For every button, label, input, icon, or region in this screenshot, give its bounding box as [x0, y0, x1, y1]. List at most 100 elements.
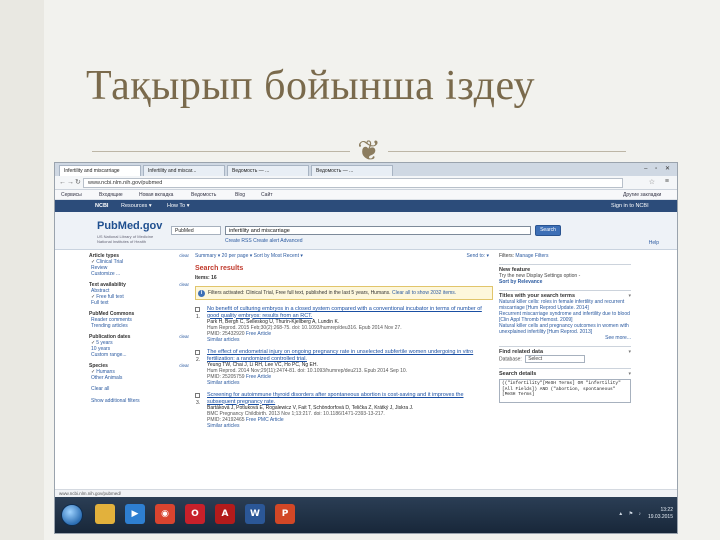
- opera-icon[interactable]: O: [185, 504, 205, 524]
- url-input[interactable]: www.ncbi.nlm.nih.gov/pubmed: [83, 178, 623, 188]
- similar-articles-link[interactable]: Similar articles: [207, 380, 493, 386]
- system-tray[interactable]: ▲ ⚑ ♪: [618, 511, 643, 517]
- clear-all-filters-link[interactable]: Clear all: [89, 386, 189, 392]
- help-link[interactable]: Help: [649, 240, 659, 246]
- filter-clear-link[interactable]: clear: [179, 334, 189, 339]
- filter-clear-link[interactable]: clear: [179, 363, 189, 368]
- filter-option[interactable]: Full text: [89, 300, 189, 306]
- forward-icon[interactable]: →: [67, 179, 74, 187]
- slide-left-strip: [0, 0, 44, 540]
- result-checkbox[interactable]: [195, 350, 200, 355]
- title-link[interactable]: Natural killer cells and pregnancy outco…: [499, 323, 631, 335]
- clear-all-link[interactable]: Clear all to show 2032 items.: [392, 290, 456, 296]
- browser-tab-4[interactable]: Ведомость — ...: [311, 165, 393, 176]
- bookmark-star-icon[interactable]: ☆: [649, 178, 655, 186]
- bookmark-item[interactable]: Blog: [235, 191, 245, 199]
- titles-with-terms-box: ▾ Titles with your search terms Natural …: [499, 290, 631, 341]
- manage-filters-link[interactable]: Manage Filters: [515, 253, 548, 259]
- free-article-link[interactable]: Free Article: [246, 331, 271, 337]
- send-to-menu[interactable]: Send to: ▾: [466, 253, 489, 259]
- collapse-icon[interactable]: ▾: [628, 293, 631, 299]
- pubmed-logo[interactable]: PubMed.gov: [97, 220, 162, 232]
- slide-title: Тақырып бойынша іздеу: [86, 63, 536, 109]
- bookmark-item[interactable]: Сайт: [261, 191, 273, 199]
- filters-line: Filters: Manage Filters: [499, 253, 631, 259]
- sort-by-relevance-link[interactable]: Sort by Relevance: [499, 279, 631, 285]
- filter-option[interactable]: Other Animals: [89, 375, 189, 381]
- how-to-menu[interactable]: How To ▾: [167, 202, 190, 210]
- filter-option[interactable]: Trending articles: [89, 323, 189, 329]
- filter-group: Text availabilityclearAbstractFree full …: [89, 282, 189, 306]
- filter-clear-link[interactable]: clear: [179, 253, 189, 258]
- media-player-icon[interactable]: ▶: [125, 504, 145, 524]
- collapse-icon[interactable]: ▾: [628, 371, 631, 377]
- ncbi-top-bar: NCBI Resources ▾ How To ▾ Sign in to NCB…: [55, 200, 677, 212]
- free-article-link[interactable]: Free PMC Article: [246, 417, 284, 423]
- filter-group: PubMed Commons Reader comments Trending ar…: [89, 311, 189, 329]
- bookmark-item[interactable]: Ведомость: [191, 191, 216, 199]
- powerpoint-icon[interactable]: P: [275, 504, 295, 524]
- collapse-icon[interactable]: ▾: [628, 349, 631, 355]
- pubmed-logo-subtitle: US National Library of Medicine National…: [97, 234, 154, 244]
- display-settings-menu[interactable]: Summary ▾ 20 per page ▾ Sort by Most Rec…: [195, 253, 303, 259]
- bookmark-item[interactable]: Входящие: [99, 191, 123, 199]
- database-select[interactable]: PubMed: [171, 226, 221, 235]
- result-number: 1.: [196, 314, 201, 320]
- window-controls[interactable]: – ▫ ✕: [644, 165, 673, 172]
- search-details-text[interactable]: (("infertility"[MeSH Terms] OR "infertil…: [499, 379, 631, 403]
- result-item: 2. The effect of endometrial injury on on…: [195, 349, 493, 386]
- reload-icon[interactable]: ↻: [75, 179, 81, 187]
- title-divider-right: [388, 151, 626, 152]
- bookmark-item[interactable]: Новая вкладка: [139, 191, 173, 199]
- result-item: 1. No benefit of culturing embryos in a c…: [195, 306, 493, 343]
- clock-date: 19.03.2015: [647, 514, 673, 520]
- result-checkbox[interactable]: [195, 307, 200, 312]
- filter-group: SpeciesclearHumansOther Animals: [89, 363, 189, 381]
- similar-articles-link[interactable]: Similar articles: [207, 337, 493, 343]
- free-article-link[interactable]: Free Article: [246, 374, 271, 380]
- result-item: 3. Screening for autoimmune thyroid disor…: [195, 392, 493, 429]
- ncbi-logo[interactable]: NCBI: [95, 202, 108, 210]
- filters-sidebar: Article typesclearClinical TrialReviewCu…: [89, 253, 189, 404]
- other-bookmarks[interactable]: Другие закладки: [623, 191, 661, 199]
- search-details-title: Search details: [499, 371, 537, 377]
- sign-in-link[interactable]: Sign in to NCBI: [611, 202, 649, 210]
- folder-icon[interactable]: [95, 504, 115, 524]
- results-count: Items: 16: [195, 275, 217, 281]
- acrobat-icon[interactable]: A: [215, 504, 235, 524]
- back-icon[interactable]: ←: [59, 179, 66, 187]
- chrome-icon[interactable]: ◉: [155, 504, 175, 524]
- browser-tab-3[interactable]: Ведомость — ...: [227, 165, 309, 176]
- title-link[interactable]: Recurrent miscarriage syndrome and infer…: [499, 311, 631, 323]
- results-column: Summary ▾ 20 per page ▾ Sort by Most Rec…: [195, 253, 493, 429]
- browser-tab-2[interactable]: Infertility and miscar...: [143, 165, 225, 176]
- search-details-box: ▾ Search details (("infertility"[MeSH Te…: [499, 368, 631, 403]
- address-bar: ← → ↻ www.ncbi.nlm.nih.gov/pubmed ☆ ≡: [55, 176, 677, 190]
- browser-screenshot: Infertility and miscarriage Infertility …: [54, 162, 678, 534]
- search-button[interactable]: Search: [535, 225, 561, 236]
- result-title-link[interactable]: Screening for autoimmune thyroid disorde…: [207, 392, 493, 405]
- result-title-link[interactable]: No benefit of culturing embryos in a clo…: [207, 306, 493, 319]
- bookmark-item[interactable]: Сервисы: [61, 191, 82, 199]
- filter-clear-link[interactable]: clear: [179, 282, 189, 287]
- show-additional-filters-link[interactable]: Show additional filters: [89, 398, 189, 404]
- filter-option[interactable]: Customize ...: [89, 271, 189, 277]
- title-link[interactable]: Natural killer cells: roles in female in…: [499, 299, 631, 311]
- search-input[interactable]: infertility and miscarriage: [225, 226, 531, 235]
- filter-option[interactable]: Custom range...: [89, 352, 189, 358]
- related-database-select[interactable]: Select: [525, 355, 586, 363]
- browser-tab-1[interactable]: Infertility and miscarriage: [59, 165, 141, 176]
- taskbar-clock[interactable]: 13:22 19.03.2015: [648, 507, 673, 521]
- result-title-link[interactable]: The effect of endometrial injury on ongo…: [207, 349, 493, 362]
- search-sub-links[interactable]: Create RSS Create alert Advanced: [225, 238, 303, 244]
- start-button[interactable]: [61, 504, 83, 526]
- browser-menu-icon[interactable]: ≡: [665, 178, 669, 185]
- see-more-link[interactable]: See more...: [499, 335, 631, 341]
- similar-articles-link[interactable]: Similar articles: [207, 423, 493, 429]
- result-number: 2.: [196, 357, 201, 363]
- result-checkbox[interactable]: [195, 393, 200, 398]
- info-icon: i: [198, 290, 205, 297]
- resources-menu[interactable]: Resources ▾: [121, 202, 152, 210]
- word-icon[interactable]: W: [245, 504, 265, 524]
- status-bar: www.ncbi.nlm.nih.gov/pubmed/: [55, 489, 677, 497]
